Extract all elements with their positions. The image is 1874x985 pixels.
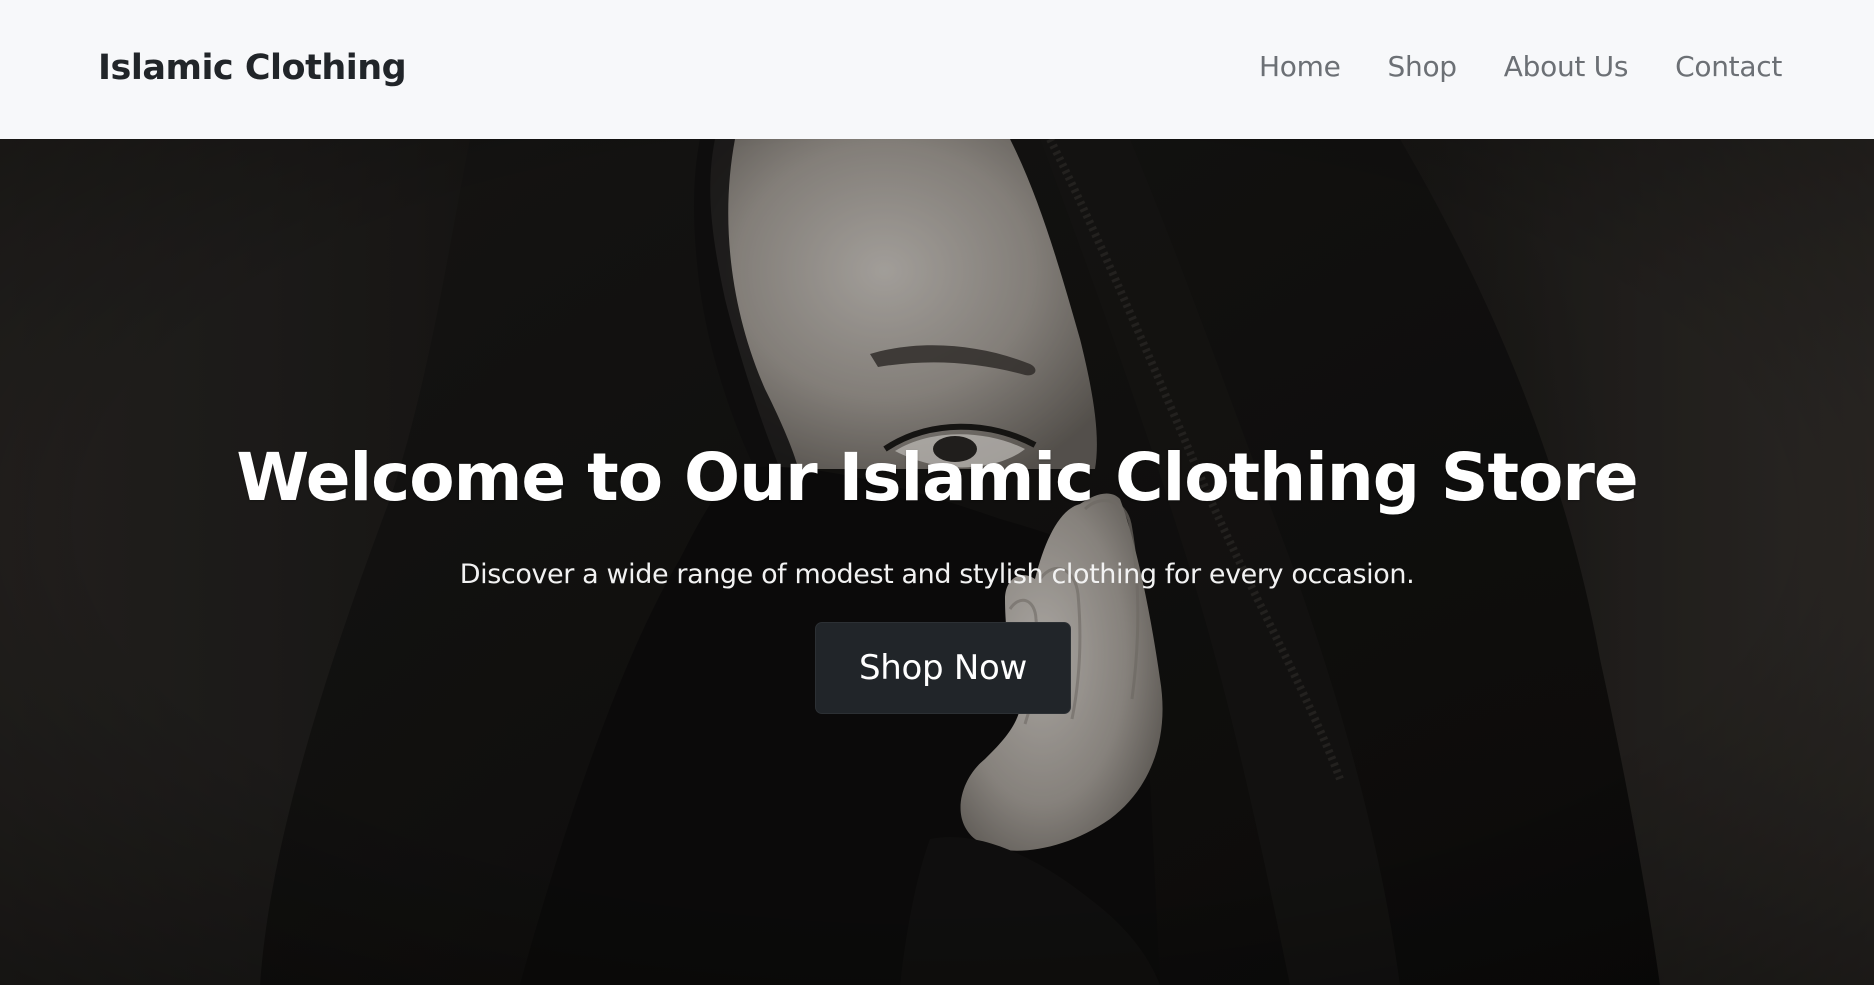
nav-links: Home Shop About Us Contact [1259, 50, 1782, 83]
nav-link-about-us[interactable]: About Us [1504, 50, 1629, 83]
nav-link-home[interactable]: Home [1259, 50, 1341, 83]
hero-section: Welcome to Our Islamic Clothing Store Di… [0, 139, 1874, 985]
navbar: Islamic Clothing Home Shop About Us Cont… [0, 0, 1874, 139]
hero-title: Welcome to Our Islamic Clothing Store [236, 439, 1638, 516]
hero-content: Welcome to Our Islamic Clothing Store Di… [0, 139, 1874, 985]
nav-link-shop[interactable]: Shop [1388, 50, 1458, 83]
nav-link-contact[interactable]: Contact [1675, 50, 1782, 83]
shop-now-button[interactable]: Shop Now [815, 622, 1071, 714]
hero-subtitle: Discover a wide range of modest and styl… [459, 559, 1415, 590]
brand-logo[interactable]: Islamic Clothing [98, 48, 407, 88]
